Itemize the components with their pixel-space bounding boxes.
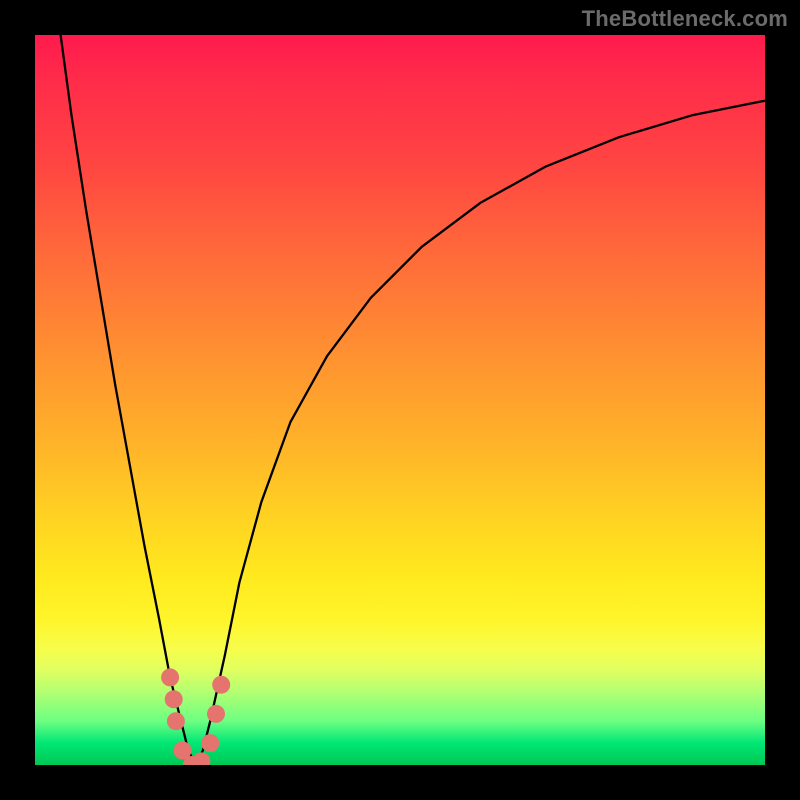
dot-group <box>161 668 230 765</box>
watermark-text: TheBottleneck.com <box>582 6 788 32</box>
curve-dot <box>201 734 219 752</box>
curve-dot <box>161 668 179 686</box>
curve-dot <box>207 705 225 723</box>
curve-dot <box>165 690 183 708</box>
bottleneck-curve-path <box>61 35 765 765</box>
curve-dot <box>212 676 230 694</box>
curve-dot <box>167 712 185 730</box>
curve-dot <box>192 752 210 765</box>
plot-area <box>35 35 765 765</box>
chart-container: TheBottleneck.com <box>0 0 800 800</box>
curve-overlay <box>35 35 765 765</box>
